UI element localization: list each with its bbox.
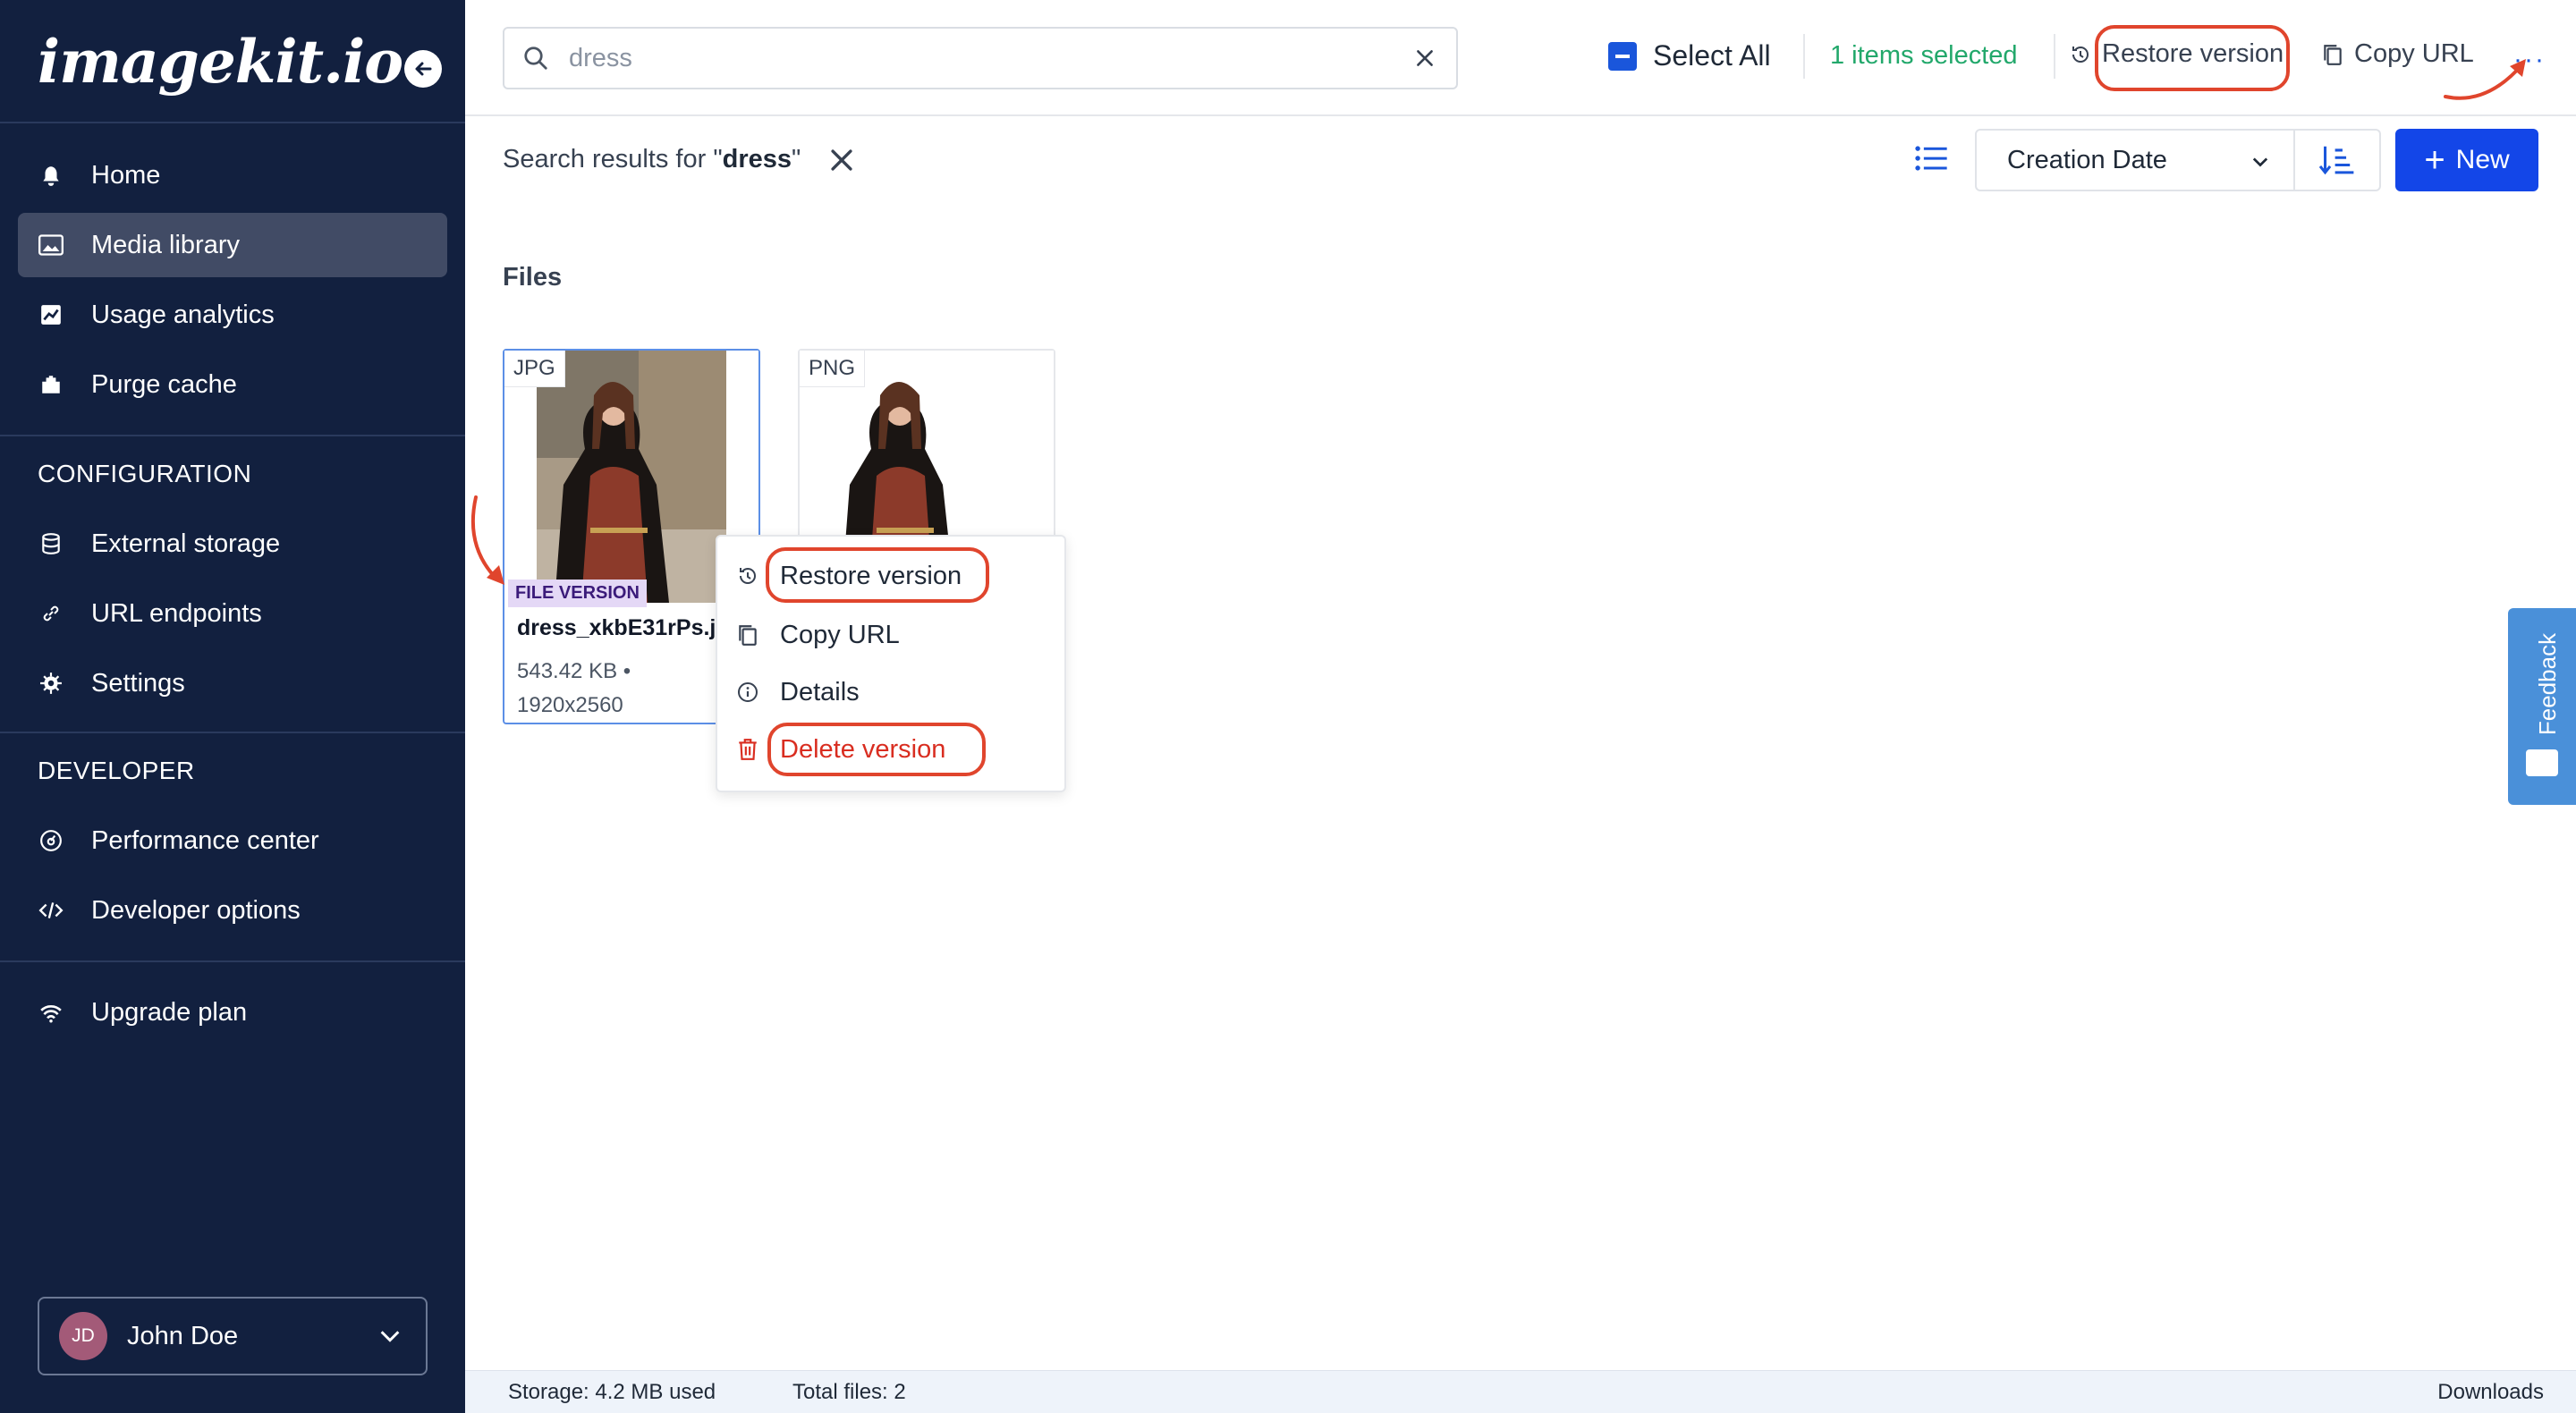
sidebar-divider (0, 960, 465, 962)
link-icon (38, 600, 64, 627)
home-icon (38, 162, 64, 189)
info-icon (737, 681, 760, 703)
sort-descending-icon (2318, 146, 2354, 175)
sidebar-item-label: Purge cache (91, 369, 237, 399)
search-results-label: Search results for "dress" (503, 145, 801, 174)
menu-item-label: Copy URL (780, 620, 900, 649)
imagekit-logo[interactable]: imagekit.io (38, 27, 403, 97)
results-suffix: " (792, 145, 801, 173)
sort-by-label: Creation Date (2007, 145, 2167, 174)
restore-icon (737, 565, 760, 587)
purge-cache-icon (38, 371, 64, 398)
file-type-badge: JPG (504, 351, 565, 387)
sidebar-item-label: External storage (91, 529, 281, 558)
file-name: dress_xkbE31rPs.j (517, 615, 716, 640)
results-query: dress (722, 145, 792, 173)
sidebar-item-label: Performance center (91, 825, 319, 855)
avatar: JD (59, 1312, 107, 1360)
chevron-down-icon (380, 1331, 400, 1342)
arrow-left-icon (415, 62, 432, 76)
search-input[interactable] (569, 43, 1374, 73)
sort-direction-button[interactable] (2293, 129, 2381, 191)
sidebar-item-external-storage[interactable]: External storage (18, 512, 447, 576)
database-icon (38, 530, 64, 557)
file-version-badge: FILE VERSION (508, 580, 647, 607)
arrow-annotation (470, 495, 504, 585)
sidebar-item-label: Usage analytics (91, 300, 275, 329)
clear-results-icon[interactable] (826, 145, 857, 175)
copy-icon (2322, 43, 2343, 66)
gear-icon (38, 670, 64, 697)
trash-icon (737, 738, 760, 761)
chat-icon (2526, 749, 2558, 776)
sidebar-item-media-library[interactable]: Media library (18, 213, 447, 277)
media-library-icon (38, 232, 64, 258)
sidebar: imagekit.io Home Media library Usage ana… (0, 0, 465, 1413)
file-meta: 543.42 KB • 1920x2560 (517, 655, 631, 723)
file-dimensions: 1920x2560 (517, 693, 623, 717)
user-menu[interactable]: JD John Doe (38, 1297, 428, 1375)
toolbar-divider (1803, 34, 1805, 79)
sidebar-item-label: URL endpoints (91, 598, 262, 628)
highlight-annotation (767, 723, 986, 776)
sidebar-item-performance-center[interactable]: Performance center (18, 808, 447, 873)
developer-section-label: DEVELOPER (38, 757, 195, 784)
list-view-icon[interactable] (1914, 143, 1948, 173)
status-bar: Storage: 4.2 MB used Total files: 2 Down… (465, 1370, 2576, 1413)
toolbar-divider (2054, 34, 2055, 79)
menu-item-label: Details (780, 677, 860, 706)
new-button-label: New (2455, 145, 2510, 174)
analytics-icon (38, 301, 64, 328)
user-name: John Doe (127, 1321, 239, 1350)
clear-search-icon[interactable] (1413, 47, 1436, 70)
sidebar-item-label: Media library (91, 230, 240, 259)
indeterminate-checkbox-icon (1608, 41, 1637, 71)
select-all-checkbox[interactable]: Select All (1608, 39, 1771, 72)
arrow-annotation (2444, 59, 2526, 100)
menu-item-copy-url[interactable]: Copy URL (717, 608, 1068, 662)
top-bar: Select All 1 items selected Restore vers… (465, 0, 2576, 116)
sidebar-item-url-endpoints[interactable]: URL endpoints (18, 581, 447, 646)
sidebar-item-label: Upgrade plan (91, 997, 248, 1027)
sidebar-item-settings[interactable]: Settings (18, 651, 447, 715)
collapse-sidebar-button[interactable] (404, 50, 442, 88)
search-icon (524, 47, 547, 70)
sidebar-item-developer-options[interactable]: Developer options (18, 878, 447, 943)
configuration-section-label: CONFIGURATION (38, 460, 252, 487)
items-selected-count: 1 items selected (1830, 41, 2018, 70)
sidebar-item-usage-analytics[interactable]: Usage analytics (18, 283, 447, 347)
files-section-heading: Files (503, 263, 563, 292)
sort-by-select[interactable]: Creation Date (1975, 129, 2295, 191)
highlight-annotation (766, 547, 989, 603)
restore-icon (2070, 44, 2091, 65)
total-files: Total files: 2 (792, 1380, 906, 1404)
sidebar-item-label: Developer options (91, 895, 301, 925)
plus-icon: + (2424, 140, 2445, 180)
storage-used: Storage: 4.2 MB used (508, 1380, 716, 1404)
upgrade-icon (38, 999, 64, 1026)
sidebar-divider (0, 435, 465, 436)
highlight-annotation (2095, 25, 2290, 91)
sidebar-divider (0, 122, 465, 123)
sidebar-item-home[interactable]: Home (18, 143, 447, 207)
file-size: 543.42 KB • (517, 659, 631, 683)
copy-icon (737, 623, 760, 647)
performance-icon (38, 827, 64, 854)
sidebar-divider (0, 732, 465, 733)
chevron-down-icon (2252, 157, 2268, 167)
code-icon (38, 897, 64, 924)
sidebar-item-upgrade-plan[interactable]: Upgrade plan (18, 980, 447, 1045)
sidebar-item-purge-cache[interactable]: Purge cache (18, 352, 447, 417)
results-prefix: Search results for " (503, 145, 723, 173)
sidebar-item-label: Home (91, 160, 161, 190)
file-type-badge: PNG (800, 351, 866, 387)
downloads-link[interactable]: Downloads (2437, 1380, 2544, 1405)
sidebar-item-label: Settings (91, 668, 185, 698)
menu-item-details[interactable]: Details (717, 665, 1068, 719)
search-box[interactable] (503, 27, 1458, 89)
feedback-tab[interactable]: Feedback (2508, 608, 2576, 805)
select-all-label: Select All (1653, 39, 1771, 72)
new-button[interactable]: + New (2395, 129, 2538, 191)
